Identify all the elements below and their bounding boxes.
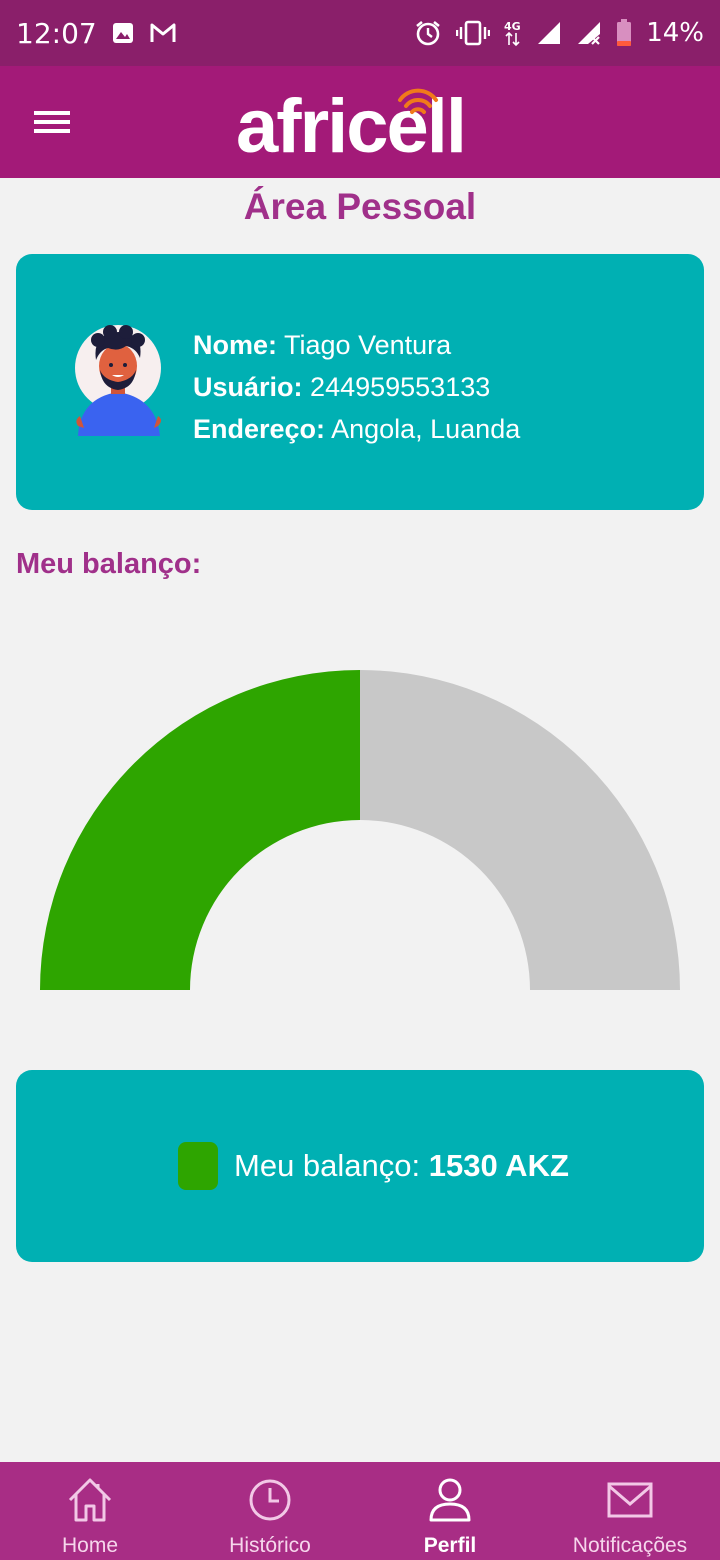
status-bar: 12:07 4G 14% bbox=[0, 0, 720, 66]
profile-name-row: Nome: Tiago Ventura bbox=[193, 324, 520, 366]
hamburger-menu-icon[interactable] bbox=[28, 104, 76, 140]
nav-home-label: Home bbox=[61, 1534, 119, 1557]
profile-user-row: Usuário: 244959553133 bbox=[193, 366, 520, 408]
signal-icon bbox=[538, 22, 561, 44]
user-avatar-icon bbox=[75, 325, 161, 436]
africell-logo: africell bbox=[236, 82, 496, 168]
gmail-icon bbox=[150, 23, 176, 42]
vibrate-icon bbox=[456, 20, 491, 46]
4g-icon: 4G bbox=[504, 20, 521, 47]
alarm-icon bbox=[416, 20, 441, 46]
nav-historico-label: Histórico bbox=[229, 1534, 311, 1557]
battery-icon bbox=[617, 19, 632, 46]
status-time: 12:07 bbox=[16, 16, 97, 50]
profile-details: Nome: Tiago Ventura Usuário: 24495955313… bbox=[193, 324, 520, 450]
gauge-filled-segment bbox=[40, 670, 360, 990]
legend-text: Meu balanço: 1530 AKZ bbox=[234, 1148, 569, 1184]
profile-card: Nome: Tiago Ventura Usuário: 24495955313… bbox=[16, 254, 704, 510]
balance-gauge-chart bbox=[40, 670, 680, 990]
envelope-icon bbox=[607, 1482, 653, 1518]
home-icon bbox=[68, 1478, 112, 1522]
address-label: Endereço: bbox=[193, 414, 326, 444]
nav-notificacoes-label: Notificações bbox=[572, 1534, 688, 1557]
clock-icon bbox=[249, 1479, 291, 1521]
signal-x-icon bbox=[578, 22, 601, 45]
battery-percent: 14% bbox=[646, 18, 704, 48]
gauge-remaining-segment bbox=[360, 670, 680, 990]
wifi-waves-icon bbox=[398, 88, 438, 114]
balance-heading: Meu balanço: bbox=[16, 548, 202, 580]
name-value: Tiago Ventura bbox=[284, 330, 452, 360]
profile-address-row: Endereço: Angola, Luanda bbox=[193, 408, 520, 450]
balance-value: 1530 AKZ bbox=[428, 1148, 569, 1183]
legend-label: Meu balanço: bbox=[234, 1148, 421, 1183]
page-title: Área Pessoal bbox=[243, 186, 477, 227]
nav-notificacoes[interactable]: Notificações bbox=[540, 1462, 720, 1560]
nav-perfil[interactable]: Perfil bbox=[360, 1462, 540, 1560]
svg-text:4G: 4G bbox=[504, 20, 521, 33]
bottom-nav: Home Histórico Perfil Notificações bbox=[0, 1462, 720, 1560]
nav-home[interactable]: Home bbox=[0, 1462, 180, 1560]
balance-legend-card: Meu balanço: 1530 AKZ bbox=[16, 1070, 704, 1262]
person-icon bbox=[429, 1478, 471, 1522]
nav-historico[interactable]: Histórico bbox=[180, 1462, 360, 1560]
nav-perfil-label: Perfil bbox=[423, 1534, 477, 1557]
address-value: Angola, Luanda bbox=[331, 414, 521, 444]
user-value: 244959553133 bbox=[310, 372, 491, 402]
user-label: Usuário: bbox=[193, 372, 303, 402]
name-label: Nome: bbox=[193, 330, 278, 360]
legend-swatch bbox=[178, 1142, 218, 1190]
image-icon bbox=[112, 23, 133, 43]
